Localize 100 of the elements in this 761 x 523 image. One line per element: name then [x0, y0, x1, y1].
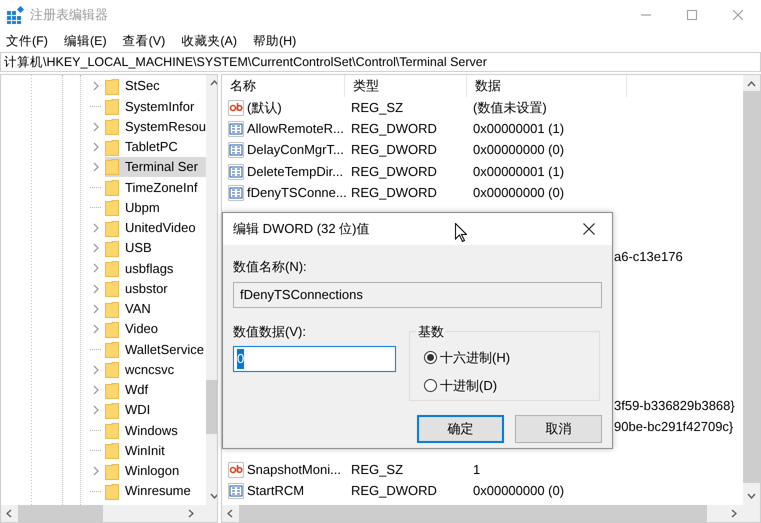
scroll-down-icon [747, 493, 756, 499]
folder-icon [105, 423, 119, 440]
value-name[interactable]: DelayConMgrT... [247, 140, 344, 160]
menu-item[interactable]: 文件(F) [6, 32, 48, 50]
value-type: REG_SZ [350, 460, 404, 479]
tree-item[interactable]: USB [125, 240, 152, 256]
name-field[interactable]: fDenyTSConnections [233, 282, 602, 308]
menu-item[interactable]: 编辑(E) [64, 32, 107, 50]
tree-item[interactable]: usbstor [125, 280, 168, 296]
column-header[interactable]: 名称 [222, 75, 345, 97]
value-data: 0x00000000 (0) [472, 184, 564, 202]
tree-item[interactable]: WinInit [125, 442, 165, 458]
scroll-thumb[interactable] [18, 505, 103, 522]
value-field[interactable]: 0 [233, 346, 396, 372]
scroll-down-icon [210, 493, 217, 499]
folder-icon [105, 261, 119, 278]
tree-item[interactable]: StSec [125, 78, 160, 94]
value-type: REG_DWORD [350, 162, 438, 181]
folder-icon [105, 200, 119, 216]
value-name[interactable]: StartRCM [247, 481, 304, 501]
tree-item[interactable]: SystemResou [125, 118, 206, 134]
folder-icon [105, 443, 119, 460]
cursor-icon [455, 223, 467, 242]
value-data: 3f59-b336829b3868} [614, 397, 735, 416]
value-type: REG_DWORD [350, 120, 438, 138]
tree-item[interactable]: VAN [125, 301, 151, 316]
value-name[interactable]: AllowRemoteR... [247, 119, 344, 139]
binary-value-icon [228, 142, 244, 158]
binary-value-icon [228, 120, 244, 137]
folder-icon [105, 382, 119, 399]
menu-item[interactable]: 查看(V) [122, 32, 166, 50]
field-label: 数值数据(V): [233, 322, 307, 341]
value-data: 90be-bc291f42709c} [614, 418, 734, 436]
registry-app-icon [6, 6, 24, 24]
value-name[interactable]: fDenyTSConne... [247, 183, 347, 203]
folder-icon [105, 302, 119, 318]
value-data: 0x00000000 (0) [472, 482, 564, 500]
value-data: 0x00000001 (1) [472, 162, 564, 181]
tree-item[interactable]: SystemInfor [125, 98, 194, 114]
tree-item[interactable]: TimeZoneInf [125, 180, 198, 195]
folder-icon [105, 484, 119, 500]
folder-icon [105, 119, 119, 136]
tree-item[interactable]: WDI [125, 402, 150, 418]
tree-item[interactable]: UnitedVideo [125, 220, 196, 236]
ok-button[interactable]: 确定 [417, 414, 504, 442]
tree-item[interactable]: Winlogon [125, 463, 180, 478]
folder-icon [105, 402, 119, 419]
value-name[interactable]: DeleteTempDir... [247, 162, 344, 182]
value-type: REG_SZ [350, 98, 404, 117]
tree-item[interactable]: Winresume [125, 483, 191, 498]
radio-button[interactable] [424, 351, 437, 364]
folder-icon [105, 140, 119, 156]
value-type: REG_DWORD [350, 482, 438, 500]
maximize-icon [687, 10, 697, 20]
tree-item[interactable]: WalletService [125, 342, 204, 357]
folder-icon [105, 362, 119, 378]
folder-icon [105, 342, 119, 358]
column-header[interactable]: 类型 [345, 75, 467, 97]
address-bar[interactable]: 计算机\HKEY_LOCAL_MACHINE\SYSTEM\CurrentControlSet\Control\Terminal Server [0, 52, 761, 72]
value-data: a6-c13e176 [614, 248, 683, 266]
value-data: 0x00000000 (0) [472, 141, 564, 160]
folder-icon [105, 180, 119, 196]
folder-icon [105, 240, 119, 257]
scroll-up-icon [210, 80, 217, 86]
tree-item[interactable]: wcncsvc [125, 362, 174, 377]
tree-item[interactable]: usbflags [125, 260, 174, 276]
field-label: 数值名称(N): [233, 258, 308, 276]
folder-icon [105, 159, 119, 176]
radio-button[interactable] [424, 379, 437, 392]
tree-item[interactable]: Ubpm [125, 200, 160, 215]
folder-icon [105, 464, 119, 480]
scroll-right-icon [731, 509, 737, 518]
folder-icon [105, 99, 119, 116]
scroll-right-icon [188, 509, 194, 518]
value-name[interactable]: (默认) [247, 98, 282, 118]
value-type: REG_DWORD [350, 141, 438, 160]
close-icon [733, 10, 743, 20]
menu-item[interactable]: 帮助(H) [252, 32, 296, 50]
tree-item[interactable]: Windows [125, 422, 178, 438]
value-data: 1 [472, 460, 480, 479]
close-icon [583, 223, 595, 235]
radio-option[interactable]: 十进制(D) [424, 372, 599, 400]
column-header[interactable]: 数据 [467, 75, 627, 97]
scrollbar[interactable] [1, 505, 217, 522]
binary-value-icon [228, 482, 244, 499]
menu-item[interactable]: 收藏夹(A) [181, 32, 237, 50]
tree-item[interactable]: TabletPC [125, 139, 178, 154]
tree-item[interactable]: Wdf [125, 382, 148, 398]
dialog-title: 编辑 DWORD (32 位)值 [233, 220, 370, 238]
value-name[interactable]: SnapshotMoni... [247, 460, 341, 480]
radio-option[interactable]: 十六进制(H) [424, 344, 599, 372]
scroll-left-icon [6, 509, 12, 518]
tree-item[interactable]: Video [125, 321, 158, 336]
folder-icon [105, 281, 119, 298]
folder-icon [105, 78, 119, 95]
binary-value-icon [228, 184, 244, 201]
value-type: REG_DWORD [350, 184, 438, 202]
cancel-button[interactable]: 取消 [515, 414, 602, 442]
value-data: (数值未设置) [472, 98, 547, 117]
string-value-icon [228, 100, 244, 116]
